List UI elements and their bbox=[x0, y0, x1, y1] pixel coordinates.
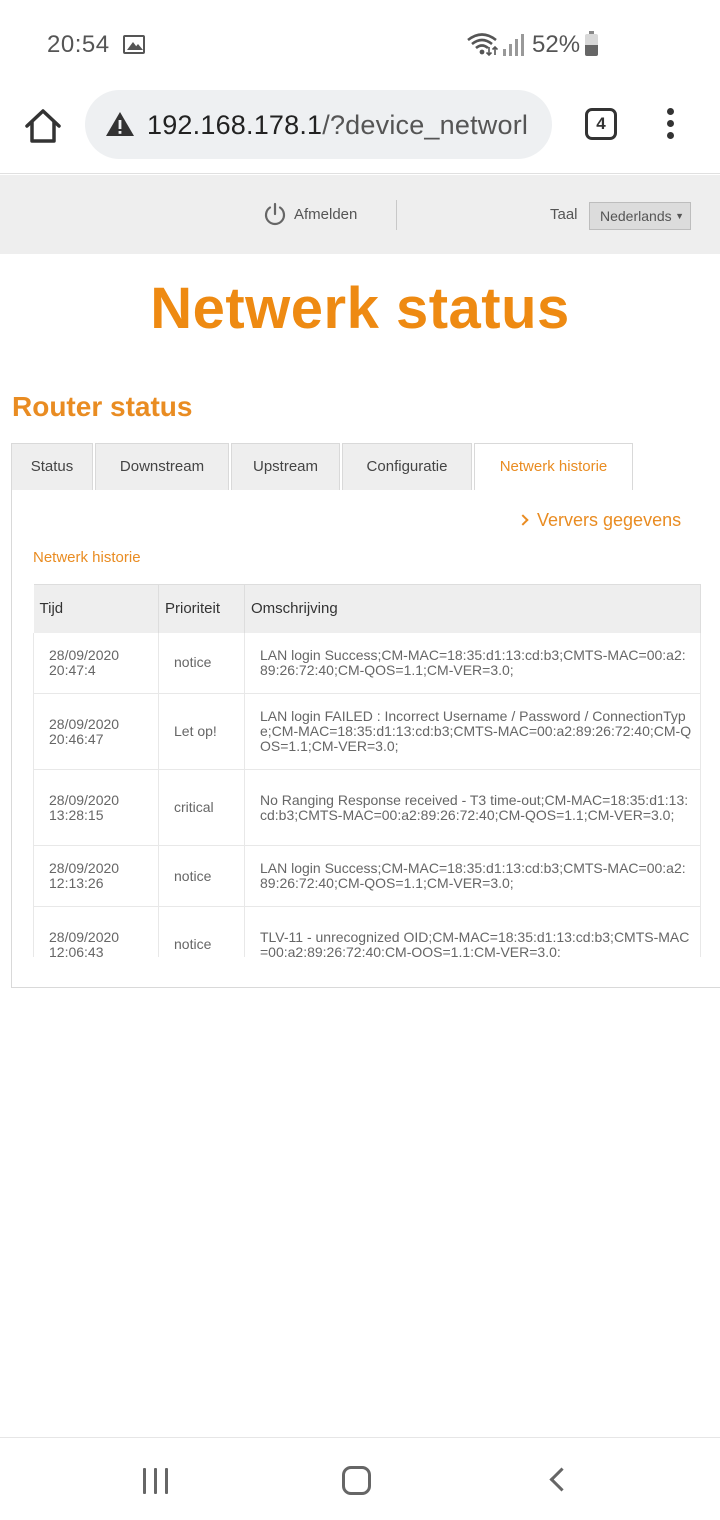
refresh-link[interactable]: Ververs gegevens bbox=[517, 510, 682, 531]
language-label: Taal bbox=[550, 206, 578, 223]
cell-priority: critical bbox=[158, 769, 245, 846]
cell-priority: Let op! bbox=[158, 693, 245, 770]
cell-description: LAN login Success;CM-MAC=18:35:d1:13:cd:… bbox=[244, 632, 701, 694]
cell-time: 20:47:4 bbox=[49, 661, 96, 678]
home-icon[interactable] bbox=[22, 106, 64, 146]
table-row: 28/09/2020 13:28:15 critical No Ranging R… bbox=[33, 769, 701, 846]
cell-signal-icon bbox=[503, 34, 524, 56]
table-row: 28/09/2020 12:06:43 notice TLV-11 - unrec… bbox=[33, 906, 701, 957]
cell-date: 28/09/2020 bbox=[49, 646, 120, 663]
cell-tijd: 28/09/2020 13:28:15 bbox=[33, 769, 159, 846]
tab-netwerk-historie[interactable]: Netwerk historie bbox=[474, 443, 633, 492]
cell-description: No Ranging Response received - T3 time-o… bbox=[244, 769, 701, 846]
table-row: 28/09/2020 12:13:26 notice LAN login Succ… bbox=[33, 845, 701, 907]
browser-toolbar: 192.168.178.1/?device_networl 4 bbox=[0, 88, 720, 174]
dropdown-arrow-icon: ▼ bbox=[675, 211, 684, 221]
column-header-prioriteit: Prioriteit bbox=[158, 584, 245, 633]
cell-time: 12:13:26 bbox=[49, 875, 104, 891]
cell-tijd: 28/09/2020 20:46:47 bbox=[33, 693, 159, 770]
cell-time: 20:46:47 bbox=[49, 730, 104, 747]
gallery-notification-icon bbox=[123, 35, 145, 54]
table-row: 28/09/2020 20:46:47 Let op! LAN login FAI… bbox=[33, 693, 701, 770]
battery-percentage: 52% bbox=[532, 31, 581, 58]
warning-icon[interactable] bbox=[105, 111, 135, 137]
page-title: Netwerk status bbox=[150, 276, 570, 341]
logout-button[interactable]: Afmelden bbox=[263, 202, 357, 226]
cell-priority: notice bbox=[158, 632, 245, 694]
status-bar: 20:54 52% bbox=[0, 0, 720, 88]
logout-label: Afmelden bbox=[294, 205, 358, 223]
refresh-label: Ververs gegevens bbox=[537, 510, 682, 530]
system-navigation-bar bbox=[0, 1437, 720, 1520]
column-header-tijd: Tijd bbox=[33, 584, 159, 633]
tab-switcher-button[interactable]: 4 bbox=[585, 108, 617, 140]
column-header-omschrijving: Omschrijving bbox=[244, 584, 701, 633]
language-select[interactable]: Nederlands ▼ bbox=[589, 202, 691, 230]
cell-tijd: 28/09/2020 12:13:26 bbox=[33, 845, 159, 907]
panel-subtitle: Netwerk historie bbox=[33, 549, 141, 566]
cell-date: 28/09/2020 bbox=[49, 928, 120, 945]
wifi-icon bbox=[467, 33, 498, 56]
recent-apps-icon[interactable] bbox=[143, 1468, 169, 1494]
cell-date: 28/09/2020 bbox=[49, 791, 120, 808]
back-icon[interactable] bbox=[549, 1467, 574, 1492]
address-bar[interactable]: 192.168.178.1/?device_networl bbox=[85, 90, 552, 159]
url-text[interactable]: 192.168.178.1/?device_networl bbox=[147, 110, 528, 141]
router-tabs: Status Downstream Upstream Configuratie … bbox=[11, 443, 720, 492]
battery-icon bbox=[585, 31, 598, 56]
url-host: 192.168.178.1 bbox=[147, 110, 323, 140]
chevron-right-icon bbox=[517, 514, 529, 526]
tab-panel: Ververs gegevens Netwerk historie Tijd P… bbox=[11, 490, 720, 988]
cell-time: 13:28:15 bbox=[49, 806, 104, 823]
tab-status[interactable]: Status bbox=[11, 443, 93, 491]
cell-priority: notice bbox=[158, 845, 245, 907]
overflow-menu-icon[interactable] bbox=[664, 108, 676, 144]
url-path: /?device_networl bbox=[322, 110, 529, 140]
router-header: Afmelden Taal Nederlands ▼ bbox=[0, 175, 720, 254]
cell-description: LAN login Success;CM-MAC=18:35:d1:13:cd:… bbox=[244, 845, 701, 907]
power-icon bbox=[264, 202, 286, 226]
cell-tijd: 28/09/2020 20:47:4 bbox=[33, 632, 159, 694]
cell-date: 28/09/2020 bbox=[49, 715, 120, 732]
status-time: 20:54 bbox=[47, 31, 110, 58]
cell-tijd: 28/09/2020 12:06:43 bbox=[33, 906, 159, 957]
section-title: Router status bbox=[12, 391, 193, 422]
cell-description: LAN login FAILED : Incorrect Username / … bbox=[244, 693, 701, 770]
tab-configuratie[interactable]: Configuratie bbox=[342, 443, 472, 491]
tab-downstream[interactable]: Downstream bbox=[95, 443, 229, 491]
home-button-icon[interactable] bbox=[342, 1466, 371, 1495]
cell-time: 12:06:43 bbox=[49, 943, 104, 957]
header-divider bbox=[396, 200, 397, 230]
language-value: Nederlands bbox=[600, 208, 672, 224]
history-table: Tijd Prioriteit Omschrijving 28/09/2020 2… bbox=[33, 584, 701, 957]
history-table-scroll[interactable]: Tijd Prioriteit Omschrijving 28/09/2020 2… bbox=[33, 584, 701, 957]
tab-upstream[interactable]: Upstream bbox=[231, 443, 340, 491]
cell-description: TLV-11 - unrecognized OID;CM-MAC=18:35:d… bbox=[244, 906, 701, 957]
cell-priority: notice bbox=[158, 906, 245, 957]
table-row: 28/09/2020 20:47:4 notice LAN login Succe… bbox=[33, 632, 701, 694]
cell-date: 28/09/2020 bbox=[49, 860, 120, 876]
